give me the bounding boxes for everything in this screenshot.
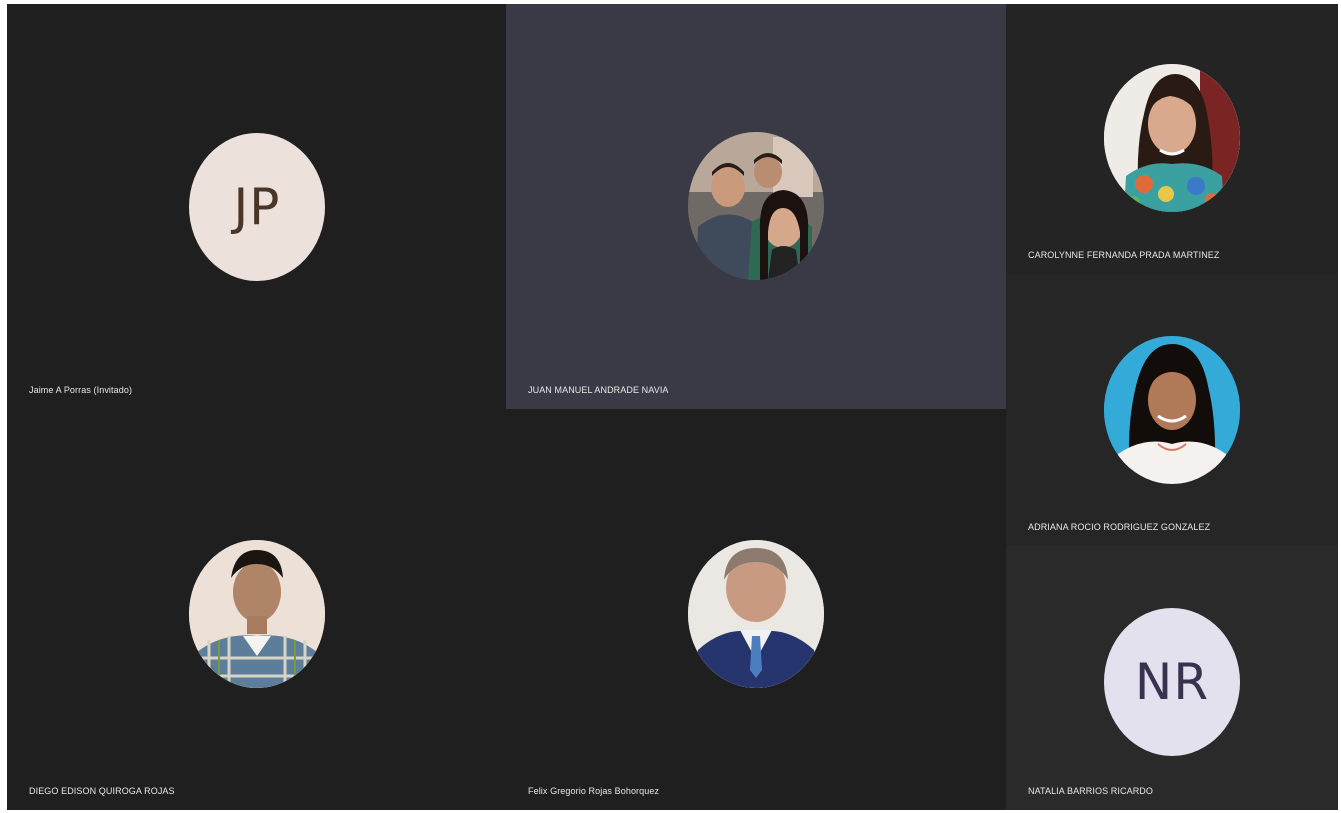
photo-woman-icon (1104, 64, 1240, 212)
participant-tile-jaime[interactable]: JP Jaime A Porras (Invitado) (7, 4, 506, 409)
avatar-initials: NR (1104, 608, 1240, 756)
participant-tile-carolynne[interactable]: CAROLYNNE FERNANDA PRADA MARTINEZ (1006, 4, 1338, 274)
avatar-initials: JP (189, 133, 325, 281)
participant-name: DIEGO EDISON QUIROGA ROJAS (29, 786, 175, 796)
participant-name: Jaime A Porras (Invitado) (29, 385, 133, 395)
participant-name: JUAN MANUEL ANDRADE NAVIA (528, 385, 669, 395)
participant-tile-juan[interactable]: JUAN MANUEL ANDRADE NAVIA (506, 4, 1006, 409)
video-grid: JP Jaime A Porras (Invitado) JUAN MANUEL… (7, 4, 1338, 810)
photo-group-icon (688, 132, 824, 280)
photo-man-suit-icon (688, 540, 824, 688)
participant-name: ADRIANA ROCIO RODRIGUEZ GONZALEZ (1028, 522, 1211, 532)
photo-woman-blue-icon (1104, 336, 1240, 484)
avatar-initials-text: JP (233, 178, 281, 236)
participant-name: Felix Gregorio Rojas Bohorquez (528, 786, 660, 796)
participant-name: NATALIA BARRIOS RICARDO (1028, 786, 1153, 796)
avatar-initials-text: NR (1134, 653, 1210, 711)
participant-tile-felix[interactable]: Felix Gregorio Rojas Bohorquez (506, 409, 1006, 810)
participant-name: CAROLYNNE FERNANDA PRADA MARTINEZ (1028, 250, 1220, 260)
participant-tile-adriana[interactable]: ADRIANA ROCIO RODRIGUEZ GONZALEZ (1006, 274, 1338, 546)
photo-man-plaid-icon (189, 540, 325, 688)
participant-tile-natalia[interactable]: NR NATALIA BARRIOS RICARDO (1006, 546, 1338, 810)
participant-tile-diego[interactable]: DIEGO EDISON QUIROGA ROJAS (7, 409, 506, 810)
